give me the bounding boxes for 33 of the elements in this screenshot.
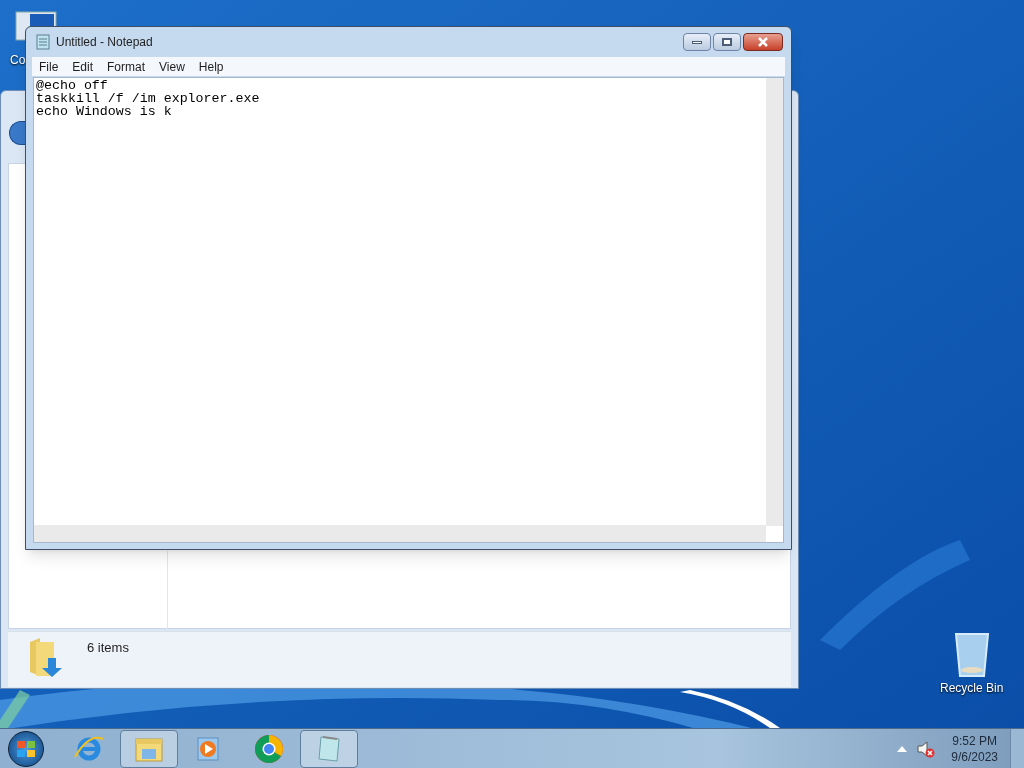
back-button[interactable] <box>9 121 25 145</box>
menu-item[interactable]: File <box>32 57 66 76</box>
text-area[interactable]: @echo off taskkill /f /im explorer.exe echo Windows is k <box>33 77 784 543</box>
taskbar-button[interactable] <box>120 729 178 768</box>
folder-download-icon <box>28 636 64 678</box>
chrome-icon <box>253 732 285 765</box>
windows-logo-icon <box>17 740 35 757</box>
menu-item[interactable]: Format <box>100 57 153 76</box>
close-button[interactable] <box>743 33 783 51</box>
show-hidden-icons-icon[interactable] <box>897 745 908 752</box>
menu-item[interactable]: View <box>152 57 192 76</box>
notepad-icon <box>36 34 50 50</box>
text-line: echo Windows is k <box>36 105 172 118</box>
window-title: Untitled - Notepad <box>56 34 153 51</box>
status-text: 6 items <box>87 639 129 657</box>
taskbar-button[interactable] <box>300 729 358 768</box>
text-line: @echo off <box>36 79 108 92</box>
maximize-button[interactable] <box>713 33 741 51</box>
start-button[interactable] <box>8 730 44 767</box>
desktop-icon-label[interactable]: Co <box>10 51 26 69</box>
text-line: taskkill /f /im explorer.exe <box>36 92 260 105</box>
desktop-icon-label[interactable]: Recycle Bin <box>940 679 1004 697</box>
close-icon <box>757 37 769 47</box>
show-desktop-button[interactable] <box>1010 729 1024 768</box>
menu-item[interactable]: Edit <box>65 57 101 76</box>
horizontal-scrollbar[interactable] <box>34 525 766 542</box>
vertical-scrollbar[interactable] <box>766 78 783 526</box>
minimize-button[interactable] <box>683 33 711 51</box>
clock-date[interactable]: 9/6/2023 <box>951 748 998 765</box>
light-streak <box>0 690 30 728</box>
clock-time[interactable]: 9:52 PM <box>952 732 997 749</box>
menu-item[interactable]: Help <box>191 57 231 76</box>
speaker-muted-icon[interactable] <box>917 739 936 758</box>
